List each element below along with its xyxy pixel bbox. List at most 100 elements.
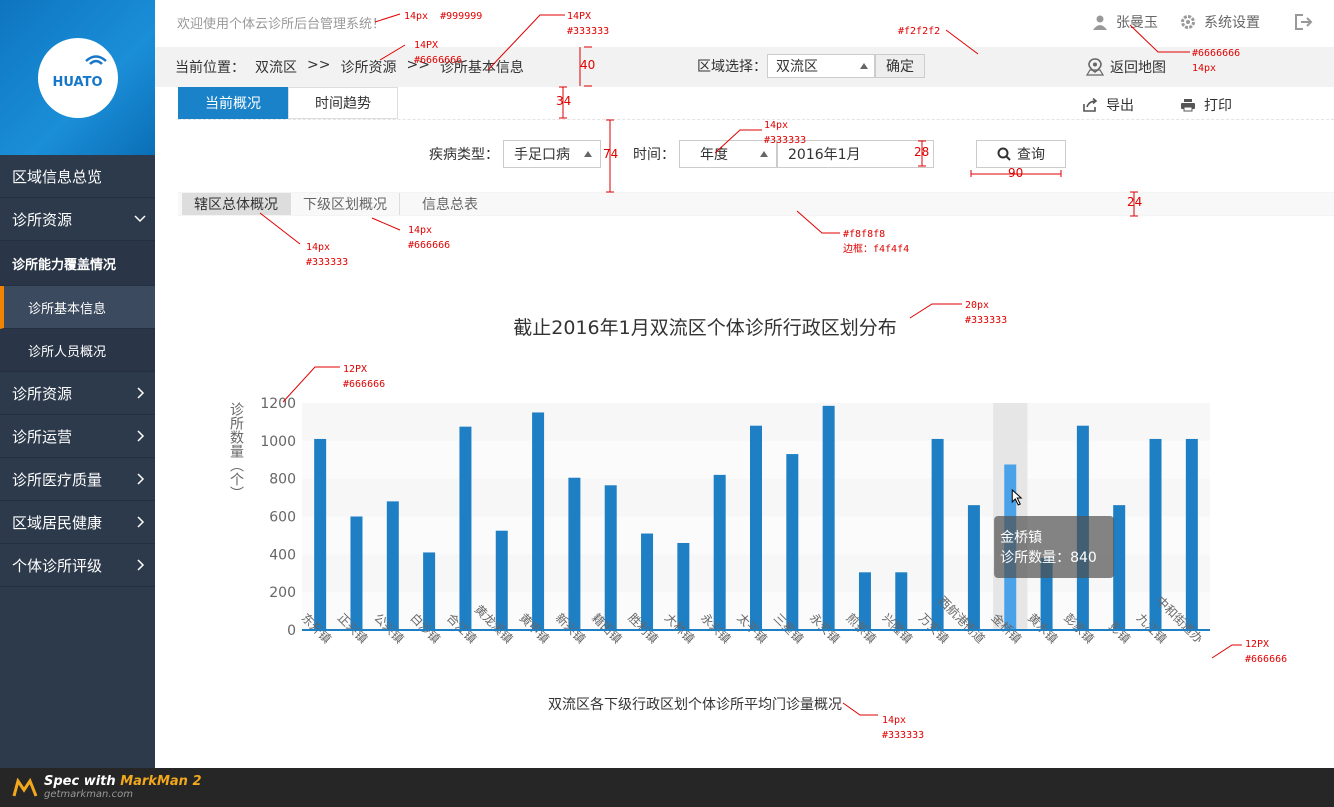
tooltip-box bbox=[994, 516, 1115, 578]
chart-bar bbox=[1113, 505, 1126, 630]
annotation: 74 bbox=[603, 147, 619, 161]
annotation: #f8f8f8 边框：f4f4f4 bbox=[843, 229, 910, 255]
y-tick-label: 600 bbox=[269, 510, 296, 526]
sidebar-item-label: 诊所能力覆盖情况 bbox=[12, 257, 117, 273]
annotation: 34 bbox=[556, 94, 572, 108]
search-icon bbox=[997, 147, 1011, 161]
sidebar-item-label: 诊所人员概况 bbox=[28, 344, 107, 360]
chart-bar bbox=[641, 533, 654, 630]
divider bbox=[178, 119, 1334, 120]
chart-bar bbox=[568, 477, 581, 630]
tab-summary-table[interactable]: 信息总表 bbox=[400, 193, 490, 215]
sidebar-item-rating[interactable]: 个体诊所评级 bbox=[0, 544, 155, 587]
sidebar-item-label: 诊所医疗质量 bbox=[12, 470, 103, 489]
print-button[interactable]: 打印 bbox=[1180, 95, 1232, 115]
annotation: 14px #666666 bbox=[408, 225, 451, 251]
y-tick-label: 200 bbox=[269, 585, 296, 601]
query-button[interactable]: 查询 bbox=[976, 140, 1066, 168]
y-tick-label: 0 bbox=[287, 623, 296, 639]
region-select[interactable]: 双流区 bbox=[767, 54, 875, 78]
logout-icon bbox=[1295, 14, 1313, 30]
disease-type-label: 疾病类型： bbox=[429, 147, 499, 163]
back-to-map-button[interactable]: 返回地图 bbox=[1086, 57, 1166, 77]
wifi-icon bbox=[84, 54, 107, 65]
sidebar-item-label: 个体诊所评级 bbox=[12, 556, 103, 575]
annotation: 28 bbox=[914, 145, 930, 159]
chart-bar bbox=[786, 454, 799, 630]
dropdown-arrow-icon bbox=[760, 151, 768, 157]
y-tick-label: 400 bbox=[269, 547, 296, 563]
y-tick-label: 1200 bbox=[260, 396, 296, 412]
footer-brand: Spec with MarkMan 2 bbox=[44, 773, 202, 789]
chart-bar bbox=[750, 425, 762, 630]
breadcrumb-item[interactable]: 双流区 bbox=[255, 57, 297, 77]
tab-subdivisions[interactable]: 下级区划概况 bbox=[291, 193, 400, 215]
tooltip-title: 金桥镇 bbox=[1000, 530, 1042, 546]
annotation: 14px #333333 bbox=[764, 120, 807, 146]
time-label: 时间： bbox=[633, 147, 675, 163]
sub-tabs: 辖区总体概况 下级区划概况 信息总表 bbox=[178, 192, 1334, 216]
chevron-right-icon bbox=[137, 559, 145, 571]
map-pin-icon bbox=[1086, 58, 1104, 76]
chart-bar bbox=[1185, 438, 1198, 630]
sidebar-item-health[interactable]: 区域居民健康 bbox=[0, 501, 155, 544]
annotation: #6666666 14px bbox=[1192, 48, 1241, 74]
dropdown-arrow-icon bbox=[860, 63, 868, 69]
y-tick-label: 1000 bbox=[260, 434, 296, 450]
settings-button[interactable]: 系统设置 bbox=[1180, 12, 1260, 32]
annotation: #f2f2f2 bbox=[898, 26, 941, 37]
settings-label: 系统设置 bbox=[1204, 15, 1260, 31]
user-menu[interactable]: 张曼玉 bbox=[1092, 12, 1158, 32]
sidebar-item-coverage[interactable]: 诊所能力覆盖情况 bbox=[0, 241, 155, 286]
sidebar-item-resources-2[interactable]: 诊所资源 bbox=[0, 372, 155, 415]
logout-button[interactable] bbox=[1294, 14, 1322, 30]
breadcrumb-separator: >> bbox=[307, 57, 331, 73]
confirm-button[interactable]: 确定 bbox=[875, 54, 925, 78]
export-button[interactable]: 导出 bbox=[1082, 95, 1134, 115]
sidebar-item-operations[interactable]: 诊所运营 bbox=[0, 415, 155, 458]
export-label: 导出 bbox=[1106, 98, 1134, 114]
view-tabs: 当前概况 时间趋势 bbox=[178, 87, 398, 119]
back-to-map-label: 返回地图 bbox=[1110, 60, 1166, 76]
annotation: 90 bbox=[1008, 166, 1024, 180]
region-label: 区域选择： bbox=[697, 59, 767, 75]
region-value: 双流区 bbox=[776, 59, 818, 75]
chart-bar bbox=[532, 412, 545, 630]
user-name: 张曼玉 bbox=[1116, 15, 1158, 31]
disease-type-value: 手足口病 bbox=[514, 147, 570, 163]
query-label: 查询 bbox=[1017, 147, 1045, 163]
toolbar: 导出 打印 bbox=[1082, 95, 1232, 115]
sidebar-item-clinic-resources[interactable]: 诊所资源 bbox=[0, 198, 155, 241]
disease-type-select[interactable]: 手足口病 bbox=[503, 140, 601, 168]
dropdown-arrow-icon bbox=[584, 151, 592, 157]
chevron-right-icon bbox=[137, 430, 145, 442]
gear-icon bbox=[1181, 15, 1195, 29]
time-granularity-value: 年度 bbox=[700, 147, 728, 163]
annotation: 14px #999999 bbox=[404, 11, 483, 22]
region-selector: 区域选择： 双流区 确定 bbox=[697, 54, 925, 78]
logo-text: HUATO bbox=[52, 75, 103, 90]
chevron-right-icon bbox=[137, 473, 145, 485]
chart-bar bbox=[495, 530, 508, 630]
sidebar-item-overview[interactable]: 区域信息总览 bbox=[0, 155, 155, 198]
tab-overall[interactable]: 辖区总体概况 bbox=[182, 193, 291, 215]
chevron-right-icon bbox=[137, 516, 145, 528]
annotation: 14px #333333 bbox=[306, 242, 349, 268]
logo[interactable]: HUATO bbox=[37, 37, 118, 118]
chart-bar bbox=[459, 426, 472, 630]
tooltip-value: 诊所数量：840 bbox=[1000, 550, 1097, 566]
breadcrumb-prefix: 当前位置： bbox=[175, 60, 245, 76]
breadcrumb-item[interactable]: 诊所资源 bbox=[340, 57, 396, 77]
bar-chart: 020040060080010001200东升镇 正兴镇 公兴镇 白沙镇 合江镇黄龙溪镇… bbox=[228, 396, 1210, 646]
chart-title: 截止2016年1月双流区个体诊所行政区划分布 bbox=[513, 317, 897, 339]
annotation: 14px #333333 bbox=[882, 715, 925, 741]
tab-current-overview[interactable]: 当前概况 bbox=[178, 87, 288, 119]
time-granularity-select[interactable]: 年度 bbox=[679, 140, 777, 168]
tab-time-trend[interactable]: 时间趋势 bbox=[288, 87, 398, 119]
annotation: 24 bbox=[1127, 195, 1143, 209]
chart-bar bbox=[386, 501, 399, 630]
welcome-text: 欢迎使用个体云诊所后台管理系统！ bbox=[177, 17, 386, 32]
sidebar-item-quality[interactable]: 诊所医疗质量 bbox=[0, 458, 155, 501]
breadcrumb: 当前位置： 双流区 >> 诊所资源 >> 诊所基本信息 bbox=[175, 57, 524, 77]
y-axis-label: 诊所数量（个） bbox=[228, 402, 244, 500]
